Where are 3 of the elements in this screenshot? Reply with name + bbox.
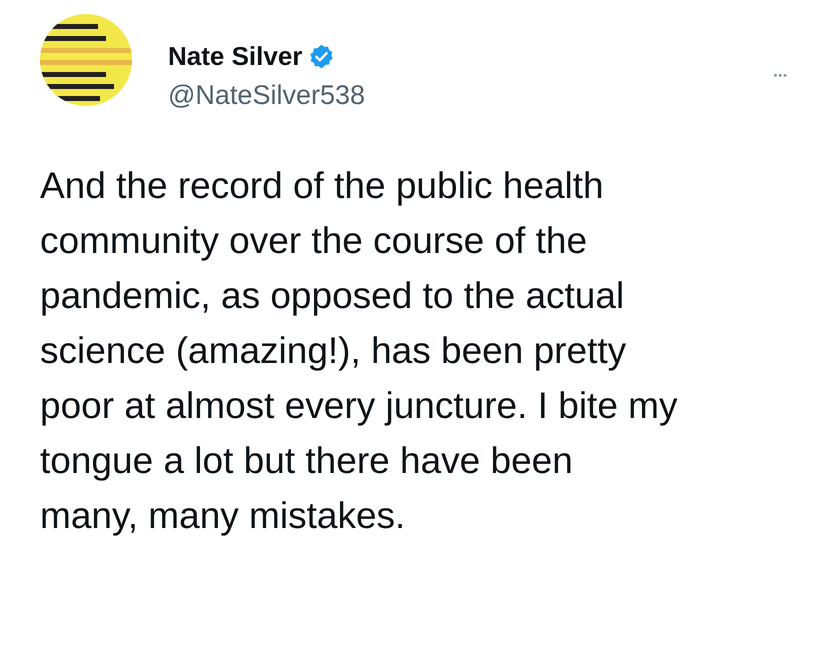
tweet-text: And the record of the public health community over the course of the pandemic, as opposed to the actual science (amazing!), has been pretty poor at almost every juncture. I bite my tongue a lot but there have been many, many mistakes. [40, 164, 678, 538]
author-handle[interactable]: @NateSilver538 [168, 78, 366, 112]
author-name[interactable]: Nate Silver [168, 40, 302, 72]
